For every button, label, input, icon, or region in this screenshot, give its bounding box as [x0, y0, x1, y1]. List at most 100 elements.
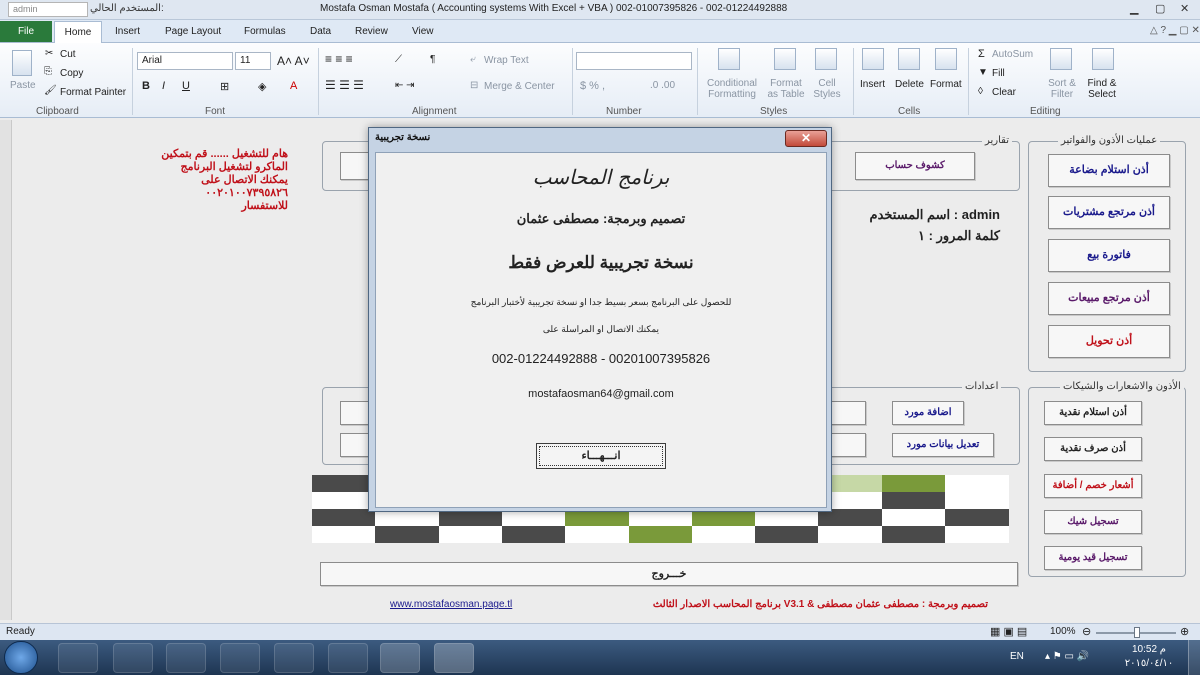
format-cells-button[interactable]: Format [930, 79, 962, 90]
finish-button[interactable]: انـــهـــاء [536, 443, 666, 469]
view-mode-icon[interactable]: ▦ ▣ ▤ [990, 625, 1027, 638]
add-supplier-button[interactable]: اضافة مورد [892, 401, 964, 425]
format-table-icon [774, 48, 796, 70]
footer-url[interactable]: www.mostafaosman.page.tl [390, 599, 512, 610]
settings-button[interactable] [830, 433, 866, 457]
settings-button[interactable] [340, 401, 370, 425]
tab-page-layout[interactable]: Page Layout [165, 26, 221, 37]
excel-icon[interactable] [434, 643, 474, 673]
wrap-text-button[interactable]: Wrap Text [484, 55, 529, 66]
app-icon[interactable] [220, 643, 260, 673]
language-indicator[interactable]: EN [1010, 651, 1024, 662]
tab-insert[interactable]: Insert [115, 26, 140, 37]
tab-home[interactable]: Home [54, 21, 102, 43]
insert-cells-icon [862, 48, 884, 70]
font-name-select[interactable]: Arial [137, 52, 233, 70]
trial-notice: نسخة تجريبية للعرض فقط [508, 253, 694, 272]
show-desktop-button[interactable] [1188, 640, 1200, 675]
pattern-cell [438, 526, 503, 543]
edit-supplier-button[interactable]: تعديل بيانات مورد [892, 433, 994, 457]
dialog-close-icon[interactable]: ✕ [785, 130, 827, 147]
zoom-in-icon[interactable]: ⊕ [1180, 625, 1189, 638]
zoom-out-icon[interactable]: ⊖ [1082, 625, 1091, 638]
purchase-return-button[interactable]: أذن مرتجع مشتريات [1048, 196, 1170, 229]
format-as-table-button[interactable]: Format as Table [764, 78, 808, 100]
alignment-group-label: Alignment [412, 106, 457, 117]
media-player-icon[interactable] [166, 643, 206, 673]
merge-center-button[interactable]: Merge & Center [484, 81, 555, 92]
orientation-icon[interactable]: ⟋ [395, 54, 402, 65]
cut-button[interactable]: Cut [60, 49, 76, 60]
scrollbar[interactable] [0, 120, 12, 620]
paste-icon[interactable] [12, 50, 32, 76]
tab-formulas[interactable]: Formulas [244, 26, 286, 37]
cash-payment-button[interactable]: أذن صرف نقدية [1044, 437, 1142, 461]
delete-cells-icon [898, 48, 920, 70]
sales-return-button[interactable]: أذن مرتجع مبيعات [1048, 282, 1170, 315]
register-check-button[interactable]: تسجيل شيك [1044, 510, 1142, 534]
align-left-icon[interactable]: ☰ ☰ ☰ [325, 78, 364, 92]
tab-file[interactable]: File [0, 21, 52, 42]
insert-cells-button[interactable]: Insert [860, 79, 885, 90]
cell-styles-icon [815, 48, 837, 70]
fill-color-icon[interactable]: ◈ [258, 80, 266, 93]
ribbon-divider [968, 48, 969, 115]
conditional-formatting-button[interactable]: Conditional Formatting [703, 78, 761, 100]
tab-view[interactable]: View [412, 26, 434, 37]
current-user-input[interactable]: admin [8, 2, 88, 17]
autosum-button[interactable]: AutoSum [992, 49, 1033, 60]
font-size-select[interactable]: 11 [235, 52, 271, 70]
zoom-level[interactable]: 100% [1050, 626, 1076, 637]
indent-icon[interactable]: ⇤ ⇥ [395, 80, 415, 91]
tab-review[interactable]: Review [355, 26, 388, 37]
journal-entry-button[interactable]: تسجيل قيد يومية [1044, 546, 1142, 570]
ribbon-controls-icon[interactable]: △ ? ▁ ▢ ✕ [1150, 25, 1200, 36]
transfer-button[interactable]: أذن تحويل [1048, 325, 1170, 358]
clear-icon: ◊ [978, 86, 983, 97]
ie-icon[interactable] [58, 643, 98, 673]
apps-icon[interactable] [328, 643, 368, 673]
bold-icon[interactable]: B [142, 80, 150, 92]
paste-button[interactable]: Paste [10, 80, 36, 91]
grow-font-icon[interactable]: A˄ A˅ [277, 54, 310, 68]
start-icon[interactable] [4, 641, 38, 674]
cash-receipt-button[interactable]: أذن استلام نقدية [1044, 401, 1142, 425]
account-statements-button[interactable]: كشوف حساب [855, 152, 975, 180]
underline-icon[interactable]: U [182, 80, 190, 92]
clock-time[interactable]: 10:52 م [1120, 644, 1178, 655]
tray-icons[interactable]: ▴ ⚑ ▭ 🔊 [1045, 651, 1089, 662]
delete-cells-button[interactable]: Delete [895, 79, 924, 90]
borders-icon[interactable]: ⊞ [220, 80, 229, 93]
outlook-icon[interactable] [380, 643, 420, 673]
minimize-icon[interactable]: ▁ [1130, 2, 1138, 15]
sales-invoice-button[interactable]: فاتورة بيع [1048, 239, 1170, 272]
clock-date[interactable]: ٢٠١٥/٠٤/١٠ [1114, 658, 1184, 669]
cell-styles-button[interactable]: Cell Styles [810, 78, 844, 100]
text-direction-icon[interactable]: ¶ [430, 54, 435, 65]
user-name-line: اسم المستخدم : admin [869, 207, 1000, 222]
zoom-slider-thumb[interactable] [1134, 627, 1140, 638]
settings-button[interactable] [830, 401, 866, 425]
font-color-icon[interactable]: A [290, 80, 297, 92]
report-button[interactable] [340, 152, 370, 180]
italic-icon[interactable]: I [162, 80, 165, 92]
maximize-icon[interactable]: ▢ [1155, 2, 1165, 15]
copy-button[interactable]: Copy [60, 68, 83, 79]
chrome-icon[interactable] [274, 643, 314, 673]
goods-receipt-button[interactable]: أذن استلام بضاعة [1048, 154, 1170, 187]
number-format-select[interactable] [576, 52, 692, 70]
align-top-icon[interactable]: ≡ ≡ ≡ [325, 52, 353, 66]
clear-button[interactable]: Clear [992, 87, 1016, 98]
explorer-icon[interactable] [113, 643, 153, 673]
decimal-icon[interactable]: .0 .00 [650, 80, 675, 91]
sort-filter-button[interactable]: Sort & Filter [1046, 78, 1078, 100]
format-painter-button[interactable]: Format Painter [60, 87, 126, 98]
find-select-button[interactable]: Find & Select [1084, 78, 1120, 100]
settings-button[interactable] [340, 433, 370, 457]
debit-credit-note-button[interactable]: أشعار خصم / أضافة [1044, 474, 1142, 498]
currency-icon[interactable]: $ % , [580, 80, 605, 92]
tab-data[interactable]: Data [310, 26, 331, 37]
fill-button[interactable]: Fill [992, 68, 1005, 79]
close-icon[interactable]: ✕ [1180, 2, 1189, 15]
exit-button[interactable]: خـــروج [320, 562, 1018, 586]
